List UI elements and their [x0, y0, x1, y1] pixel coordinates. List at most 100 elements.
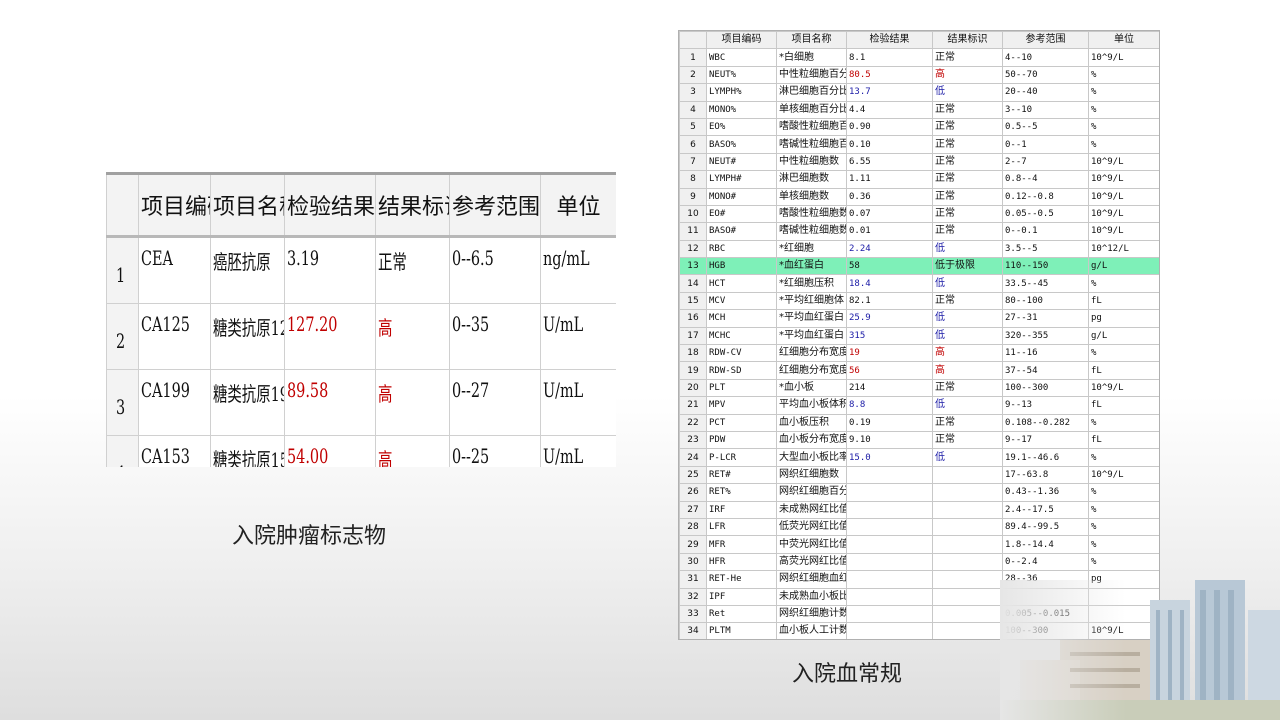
tumor-cell-result: 89.58	[284, 369, 376, 436]
table-row[interactable]: 22 PCT 血小板压积 0.19 正常 0.108--0.282%	[679, 413, 1159, 432]
blood-cell-name: 血小板人工计数	[776, 622, 847, 639]
table-row[interactable]: 21 MPV 平均血小板体积 8.8 低 9--13 fL	[679, 396, 1159, 415]
tumor-cell-code: CEA	[138, 236, 211, 304]
blood-cell-idx: 26	[679, 483, 707, 502]
table-row[interactable]: 18 RDW-CV 红细胞分布宽度 19 高 11--16%	[679, 344, 1159, 363]
tumor-cell-text: U/mL	[543, 444, 584, 467]
blood-cell-idx: 24	[679, 448, 707, 467]
table-row[interactable]: 8 LYMPH# 淋巴细胞数 1.11 正常 0.8--4 10^9/L	[679, 170, 1159, 189]
blood-cell-code: MCHC	[706, 326, 777, 346]
blood-cell-unit: %	[1088, 448, 1159, 467]
blood-cell-code: IPF	[706, 587, 777, 606]
table-row[interactable]: 10 EO# 嗜酸性粒细胞数 0.07 正常 0.05--0.5 10^9/L	[679, 204, 1159, 224]
table-row[interactable]: 27 IRF 未成熟网红比值 2.4--17.5%	[679, 500, 1159, 519]
table-row[interactable]: 30 HFR 高荧光网红比值 0--2.4%	[679, 552, 1159, 572]
blood-cell-idx: 3	[679, 83, 707, 102]
blood-cell-result: 0.19	[846, 413, 933, 432]
blood-cell-idx: 21	[679, 396, 707, 415]
blood-cell-code: MONO#	[706, 187, 777, 206]
table-row[interactable]: 1 CEA 癌胚抗原 3.19 正常 0--6.5 ng/mL	[106, 236, 616, 304]
blood-cell-range: 27--31	[1002, 309, 1089, 328]
blood-cell-result: 0.90	[846, 117, 933, 137]
blood-cell-idx: 32	[679, 587, 707, 606]
blood-cell-name: 红细胞分布宽度	[776, 344, 847, 363]
blood-cell-unit: 10^9/L	[1088, 48, 1159, 67]
table-row[interactable]: 11 BASO# 嗜碱性粒细胞数 0.01 正常 0--0.1 10^9/L	[679, 222, 1159, 241]
blood-cell-idx: 19	[679, 361, 707, 380]
blood-cell-unit: 10^9/L	[1088, 152, 1159, 172]
tumor-header-range: 参考范围	[449, 172, 541, 238]
blood-cell-idx: 4	[679, 100, 707, 119]
table-row[interactable]: 24 P-LCR 大型血小板比率 15.0 低 19.1--46.6%	[679, 448, 1159, 467]
blood-cell-name: 嗜碱性粒细胞百	[776, 135, 847, 154]
blood-cell-name: 网织红细胞数	[776, 465, 847, 485]
table-row[interactable]: 6 BASO% 嗜碱性粒细胞百 0.10 正常 0--1%	[679, 135, 1159, 154]
blood-cell-result: 1.11	[846, 170, 933, 189]
table-row[interactable]: 3 LYMPH% 淋巴细胞百分比 13.7 低 20--40%	[679, 83, 1159, 102]
tumor-cell-range: 0--35	[449, 303, 541, 370]
blood-header-unit: 单位	[1088, 31, 1159, 50]
blood-cell-flag: 正常	[932, 187, 1003, 206]
blood-cell-flag	[932, 622, 1003, 639]
table-row[interactable]: 25 RET# 网织红细胞数 17--63.8 10^9/L	[679, 465, 1159, 485]
table-row[interactable]: 14 HCT *红细胞压积 18.4 低 33.5--45%	[679, 274, 1159, 293]
blood-cell-code: MCH	[706, 309, 777, 328]
table-row[interactable]: 1 WBC *白细胞 8.1 正常 4--10 10^9/L	[679, 48, 1159, 67]
table-row[interactable]: 20 PLT *血小板 214 正常 100--300 10^9/L	[679, 378, 1159, 398]
table-row[interactable]: 15 MCV *平均红细胞体 82.1 正常 80--100 fL	[679, 291, 1159, 311]
table-row[interactable]: 4 MONO% 单核细胞百分比 4.4 正常 3--10%	[679, 100, 1159, 119]
tumor-cell-name: 糖类抗原15-3	[210, 435, 285, 467]
blood-cell-result	[846, 500, 933, 519]
table-row[interactable]: 7 NEUT# 中性粒细胞数 6.55 正常 2--7 10^9/L	[679, 152, 1159, 172]
blood-cell-idx: 8	[679, 170, 707, 189]
blood-cell-flag: 正常	[932, 291, 1003, 311]
tumor-marker-table: 项目编码项目名称检验结果结果标识参考范围单位 1 CEA 癌胚抗原 3.19 正常 0--…	[106, 172, 616, 467]
blood-cell-unit: fL	[1088, 361, 1159, 380]
blood-cell-name: 未成熟血小板比	[776, 587, 847, 606]
blood-cell-range: 0.05--0.5	[1002, 204, 1089, 224]
tumor-cell-range: 0--27	[449, 369, 541, 436]
blood-cell-result	[846, 552, 933, 572]
table-row[interactable]: 23 PDW 血小板分布宽度 9.10 正常 9--17 fL	[679, 430, 1159, 450]
blood-cell-flag	[932, 604, 1003, 624]
table-row[interactable]: 13 HGB *血红蛋白 58 低于极限 110--150 g/L	[679, 257, 1159, 276]
blood-cell-result: 0.36	[846, 187, 933, 206]
tumor-cell-idx: 1	[106, 236, 139, 304]
table-row[interactable]: 12 RBC *红细胞 2.24 低 3.5--5 10^12/L	[679, 239, 1159, 259]
table-row[interactable]: 17 MCHC *平均血红蛋白 315 低 320--355 g/L	[679, 326, 1159, 346]
tumor-cell-text: CA153	[141, 444, 190, 467]
tumor-cell-name: 癌胚抗原	[210, 236, 285, 304]
blood-cell-name: 低荧光网红比值	[776, 517, 847, 537]
blood-cell-unit: %	[1088, 83, 1159, 102]
blood-cell-flag: 低	[932, 326, 1003, 346]
blood-cell-result: 8.8	[846, 396, 933, 415]
blood-cell-code: MONO%	[706, 100, 777, 119]
blood-cell-result: 214	[846, 378, 933, 398]
blood-cell-flag: 低	[932, 239, 1003, 259]
table-row[interactable]: 16 MCH *平均血红蛋白 25.9 低 27--31 pg	[679, 309, 1159, 328]
tumor-cell-unit: U/mL	[540, 435, 616, 467]
table-row[interactable]: 4 CA153 糖类抗原15-354.00 高 0--25 U/mL	[106, 435, 616, 467]
blood-cell-idx: 15	[679, 291, 707, 311]
table-row[interactable]: 29 MFR 中荧光网红比值 1.8--14.4%	[679, 535, 1159, 554]
blood-cell-result: 8.1	[846, 48, 933, 67]
blood-cell-name: *血小板	[776, 378, 847, 398]
blood-cell-idx: 13	[679, 257, 707, 276]
blood-cell-code: BASO#	[706, 222, 777, 241]
table-row[interactable]: 2 CA125 糖类抗原125127.20 高 0--35 U/mL	[106, 303, 616, 370]
blood-cell-idx: 9	[679, 187, 707, 206]
blood-cell-range: 9--17	[1002, 430, 1089, 450]
blood-cell-code: EO#	[706, 204, 777, 224]
table-row[interactable]: 26 RET% 网织红细胞百分 0.43--1.36%	[679, 483, 1159, 502]
blood-cell-name: 嗜碱性粒细胞数	[776, 222, 847, 241]
table-row[interactable]: 9 MONO# 单核细胞数 0.36 正常 0.12--0.8 10^9/L	[679, 187, 1159, 206]
table-row[interactable]: 28 LFR 低荧光网红比值 89.4--99.5%	[679, 517, 1159, 537]
table-row[interactable]: 3 CA199 糖类抗原19989.58 高 0--27 U/mL	[106, 369, 616, 436]
tumor-cell-name: 糖类抗原199	[210, 369, 285, 436]
blood-cell-result: 9.10	[846, 430, 933, 450]
table-row[interactable]: 19 RDW-SD 红细胞分布宽度 56 高 37--54 fL	[679, 361, 1159, 380]
blood-cell-code: RET%	[706, 483, 777, 502]
blood-cell-range: 3--10	[1002, 100, 1089, 119]
table-row[interactable]: 5 EO% 嗜酸性粒细胞百 0.90 正常 0.5--5%	[679, 117, 1159, 137]
table-row[interactable]: 2 NEUT% 中性粒细胞百分 80.5 高 50--70%	[679, 65, 1159, 85]
